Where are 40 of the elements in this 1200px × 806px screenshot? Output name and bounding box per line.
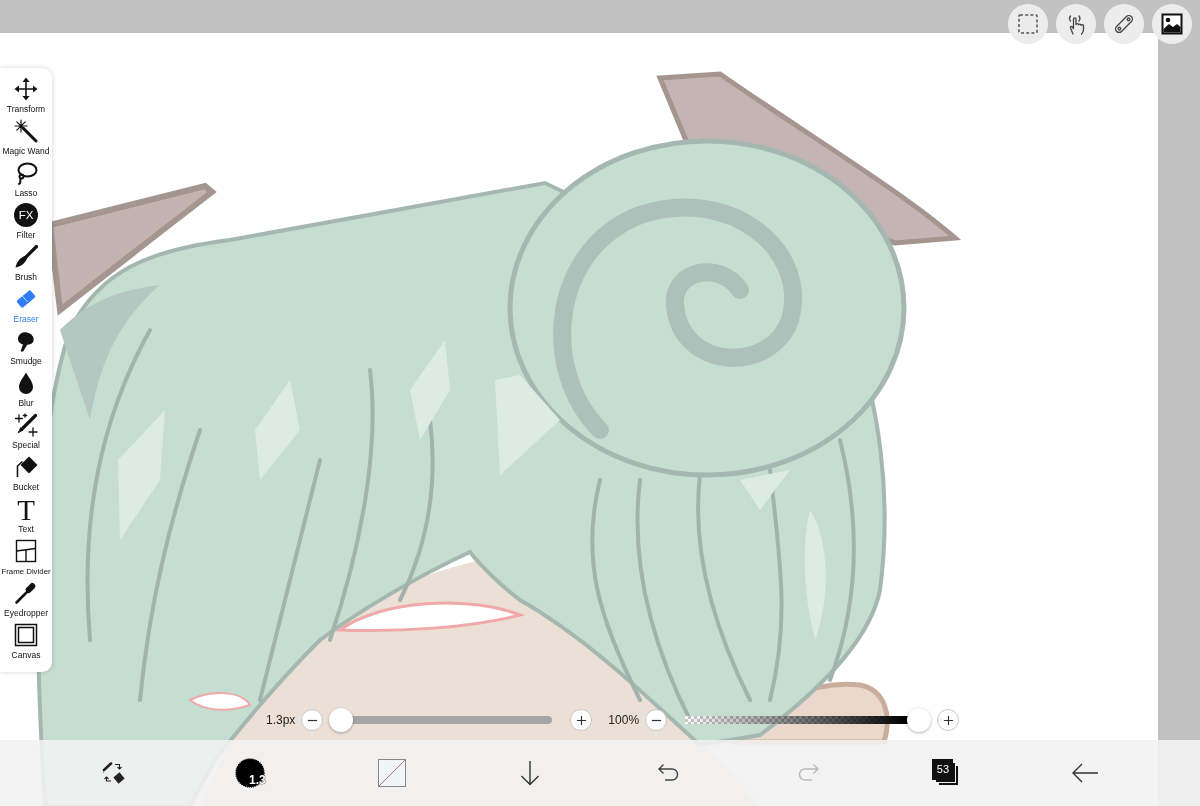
cheek-mark xyxy=(189,692,251,711)
brush-icon xyxy=(14,245,38,269)
opacity-value: 100% xyxy=(608,713,640,727)
fx-icon: FX xyxy=(14,203,38,227)
plus-icon xyxy=(575,714,587,726)
sparkle-pencil-icon xyxy=(14,413,38,437)
tool-button[interactable]: Transform xyxy=(0,74,52,116)
tool-button[interactable]: Brush xyxy=(0,242,52,284)
frame-panels-icon xyxy=(14,539,38,563)
tool-button[interactable]: Canvas xyxy=(0,620,52,662)
tool-button[interactable]: Eyedropper xyxy=(0,578,52,620)
eyedropper-icon xyxy=(14,581,38,605)
magic-wand-icon xyxy=(14,119,38,143)
color-swatch-icon xyxy=(377,759,406,787)
brush-size-value: 1.3px xyxy=(266,713,296,727)
pencil-eraser-swap-icon xyxy=(101,760,128,786)
frame-icon xyxy=(14,623,38,647)
ruler-icon xyxy=(1113,13,1135,35)
ruler-button[interactable] xyxy=(1104,4,1144,44)
tool-button[interactable]: Lasso xyxy=(0,158,52,200)
hair-highlight xyxy=(740,470,790,510)
image-button[interactable] xyxy=(1152,4,1192,44)
paint-bucket-icon xyxy=(14,455,38,479)
swap-button[interactable] xyxy=(101,760,128,786)
tool-button[interactable]: FX Filter xyxy=(0,200,52,242)
letter-t-icon: T xyxy=(17,497,35,521)
image-icon xyxy=(1161,13,1183,35)
plus-icon xyxy=(942,714,954,726)
tool-button[interactable]: Magic Wand xyxy=(0,116,52,158)
tool-button[interactable]: Blur xyxy=(0,368,52,410)
selection-button[interactable] xyxy=(1008,4,1048,44)
color-button[interactable] xyxy=(377,759,406,787)
tool-button[interactable]: Eraser xyxy=(0,284,52,326)
dashed-square-icon xyxy=(1017,13,1039,35)
tool-button[interactable]: T Text xyxy=(0,494,52,536)
gesture-button[interactable] xyxy=(1056,4,1096,44)
move-arrows-icon xyxy=(14,77,38,101)
tool-button[interactable]: Special xyxy=(0,410,52,452)
tool-button[interactable]: Bucket xyxy=(0,452,52,494)
tool-button[interactable]: Smudge xyxy=(0,326,52,368)
